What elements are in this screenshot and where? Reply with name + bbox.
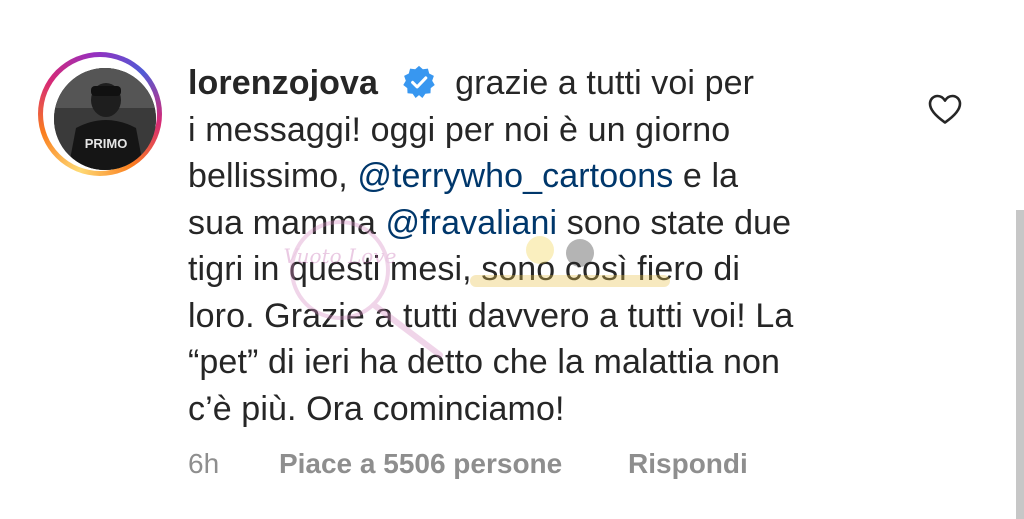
- comment-text-segment: i messaggi! oggi per noi è un giorno: [188, 110, 731, 149]
- mention-fravaliani[interactable]: @fravaliani: [386, 204, 558, 242]
- comment-line-5: tigri in questi mesi, sono così fiero di: [188, 246, 908, 293]
- comment-timestamp: 6h: [188, 448, 220, 479]
- comment-line-6: loro. Grazie a tutti davvero a tutti voi…: [188, 293, 908, 340]
- comment-row: PRIMO lorenzojova grazie a tutti voi per…: [0, 0, 1024, 519]
- comment-text: lorenzojova grazie a tutti voi per i mes…: [188, 60, 908, 432]
- comment-line-1: lorenzojova grazie a tutti voi per: [188, 60, 908, 107]
- heart-outline-icon[interactable]: [927, 93, 963, 125]
- comment-text-segment: loro. Grazie a tutti davvero a tutti voi…: [188, 296, 794, 335]
- comment-text-segment: “pet” di ieri ha detto che la malattia n…: [188, 343, 780, 381]
- scrollbar[interactable]: [1016, 210, 1024, 519]
- comment-text-segment: grazie a tutti voi per: [455, 64, 755, 102]
- mention-terrywho-cartoons[interactable]: @terrywho_cartoons: [357, 157, 673, 195]
- comment-line-7: “pet” di ieri ha detto che la malattia n…: [188, 339, 908, 386]
- comment-text-segment: e la: [682, 157, 739, 195]
- comment-line-2: i messaggi! oggi per noi è un giorno: [188, 107, 908, 154]
- comment-meta: 6h Piace a 5506 persone Rispondi: [188, 448, 748, 480]
- comment-line-4: sua mamma @fravaliani sono state due: [188, 200, 908, 247]
- comment-text-segment: tigri in questi mesi, sono così fiero di: [188, 250, 741, 288]
- comment-text-segment: bellissimo,: [188, 157, 348, 195]
- avatar[interactable]: PRIMO: [54, 68, 156, 170]
- avatar-photo: PRIMO: [54, 68, 156, 170]
- comment-line-8: c’è più. Ora cominciamo!: [188, 386, 908, 433]
- likes-count-link[interactable]: Piace a 5506 persone: [279, 448, 562, 479]
- comment-line-3: bellissimo, @terrywho_cartoons e la: [188, 153, 908, 200]
- username-link[interactable]: lorenzojova: [188, 64, 378, 102]
- avatar-shirt-text: PRIMO: [85, 136, 128, 151]
- comment-text-segment: sua mamma: [188, 203, 376, 242]
- reply-button[interactable]: Rispondi: [628, 448, 748, 479]
- verified-badge-icon: [402, 65, 435, 98]
- comment-text-segment: c’è più. Ora cominciamo!: [188, 389, 565, 428]
- comment-text-segment: sono state due: [566, 203, 792, 242]
- story-ring[interactable]: PRIMO: [38, 52, 162, 176]
